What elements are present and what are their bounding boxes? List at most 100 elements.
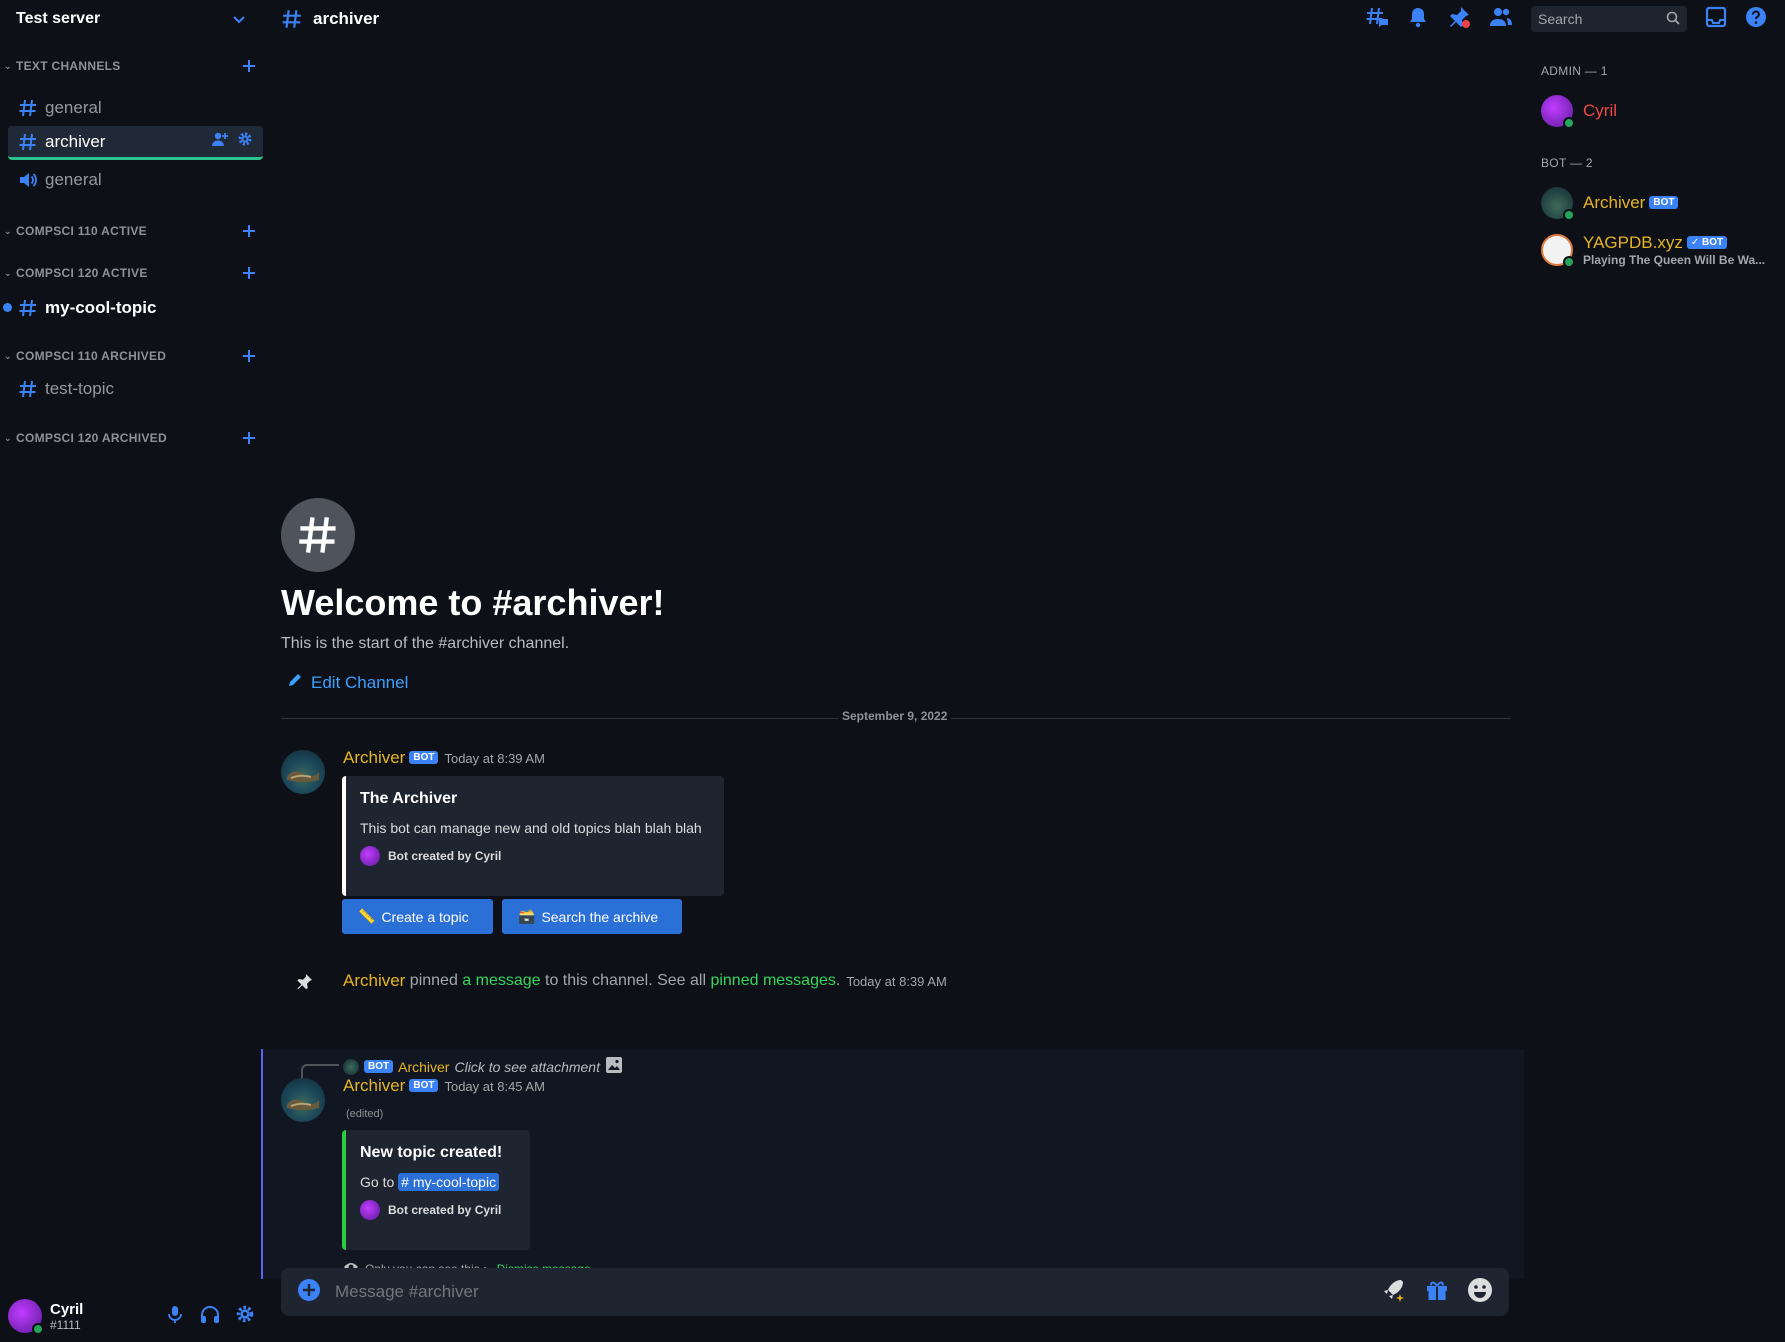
gift-icon[interactable] — [1425, 1278, 1449, 1307]
member-archiver[interactable]: Archiver BOT — [1541, 182, 1781, 224]
emoji-icon[interactable] — [1467, 1277, 1493, 1308]
search-placeholder: Search — [1538, 11, 1583, 27]
member-group-admin: ADMIN — 1 — [1541, 64, 1608, 78]
edit-channel-label: Edit Channel — [311, 672, 409, 692]
channel-my-cool-topic[interactable]: my-cool-topic — [8, 291, 263, 325]
channel-mention-my-cool-topic[interactable]: # my-cool-topic — [398, 1173, 500, 1191]
category-label: COMPSCI 110 ARCHIVED — [16, 349, 167, 363]
channel-label: archiver — [45, 131, 106, 151]
edit-channel-link[interactable]: Edit Channel — [287, 672, 408, 693]
message-timestamp: Today at 8:39 AM — [444, 751, 545, 766]
pin-author[interactable]: Archiver — [343, 971, 405, 991]
search-archive-button[interactable]: 🗃️ Search the archive — [502, 899, 682, 934]
archiver-avatar[interactable] — [281, 750, 325, 794]
channel-general[interactable]: general — [8, 91, 263, 125]
online-status-dot — [1563, 209, 1575, 221]
member-activity: Playing The Queen Will Be Wa... — [1583, 253, 1766, 267]
caret-down-icon: ⌄ — [4, 267, 12, 278]
pin-icon — [295, 973, 313, 996]
add-channel-icon[interactable] — [239, 56, 259, 76]
category-text-channels[interactable]: ⌄ TEXT CHANNELS — [4, 56, 259, 76]
create-topic-button[interactable]: 📏 Create a topic — [342, 899, 493, 934]
category-compsci-120-active[interactable]: ⌄ COMPSCI 120 ACTIVE — [4, 263, 259, 283]
search-icon — [1666, 11, 1680, 28]
chevron-down-icon — [231, 11, 247, 27]
message-composer[interactable]: Message #archiver — [281, 1268, 1509, 1316]
archiver-avatar[interactable] — [281, 1078, 325, 1122]
verified-bot-badge: ✓ BOT — [1686, 236, 1728, 249]
category-label: COMPSCI 110 ACTIVE — [16, 224, 147, 238]
message-input[interactable]: Message #archiver — [335, 1282, 1381, 1302]
category-compsci-110-active[interactable]: ⌄ COMPSCI 110 ACTIVE — [4, 221, 259, 241]
channel-archiver[interactable]: archiver — [8, 126, 263, 160]
embed-footer-text: Bot created by Cyril — [388, 1203, 502, 1217]
caret-down-icon: ⌄ — [4, 350, 12, 361]
member-cyril[interactable]: Cyril — [1541, 90, 1781, 132]
button-label: Create a topic — [381, 908, 469, 925]
server-header[interactable]: Test server — [0, 0, 263, 38]
embed-description: This bot can manage new and old topics b… — [360, 820, 702, 836]
boost-rocket-icon[interactable] — [1381, 1278, 1407, 1307]
search-input[interactable]: Search — [1531, 6, 1687, 32]
notification-bell-icon[interactable] — [1407, 6, 1429, 33]
add-channel-icon[interactable] — [239, 346, 259, 366]
channel-label: general — [45, 98, 102, 117]
pinned-messages-icon[interactable] — [1447, 5, 1471, 34]
date-divider-label: September 9, 2022 — [838, 709, 952, 723]
invite-icon[interactable] — [211, 131, 229, 152]
settings-gear-icon[interactable] — [235, 1304, 255, 1329]
member-list-icon[interactable] — [1489, 6, 1513, 33]
go-to-text: Go to — [360, 1174, 399, 1190]
pinned-messages-link[interactable]: pinned messages — [710, 972, 835, 990]
reply-author: Archiver — [398, 1058, 450, 1075]
inbox-icon[interactable] — [1705, 6, 1727, 33]
add-channel-icon[interactable] — [239, 428, 259, 448]
date-divider: September 9, 2022 — [281, 709, 1511, 723]
hash-icon — [18, 132, 38, 152]
footer-avatar — [360, 1200, 380, 1220]
microphone-icon[interactable] — [165, 1304, 185, 1329]
bot-badge: BOT — [409, 751, 439, 764]
help-icon[interactable] — [1745, 6, 1767, 33]
headphones-icon[interactable] — [199, 1304, 221, 1329]
category-compsci-120-archived[interactable]: ⌄ COMPSCI 120 ARCHIVED — [4, 428, 259, 448]
hash-icon — [18, 298, 38, 318]
channel-label: test-topic — [45, 379, 114, 398]
embed-footer: Bot created by Cyril — [360, 846, 708, 866]
caret-down-icon: ⌄ — [4, 60, 12, 71]
category-compsci-110-archived[interactable]: ⌄ COMPSCI 110 ARCHIVED — [4, 346, 259, 366]
channel-title: archiver — [313, 9, 380, 28]
speaker-icon — [18, 170, 38, 190]
user-panel: Cyril #1111 — [0, 1290, 263, 1342]
avatar — [1541, 234, 1575, 268]
ruler-icon: 📏 — [358, 908, 376, 924]
threads-icon[interactable] — [1365, 6, 1389, 33]
gear-icon[interactable] — [237, 131, 253, 152]
footer-avatar — [360, 846, 380, 866]
attach-plus-icon[interactable] — [297, 1278, 321, 1307]
member-group-bot: BOT — 2 — [1541, 156, 1593, 170]
online-status-dot — [1563, 117, 1575, 129]
message-header: Archiver BOT Today at 8:45 AM — [343, 1076, 545, 1096]
card-file-box-icon: 🗃️ — [518, 908, 536, 924]
channel-test-topic[interactable]: test-topic — [8, 372, 263, 406]
add-channel-icon[interactable] — [239, 263, 259, 283]
channel-label: general — [45, 170, 102, 189]
reply-preview[interactable]: BOT Archiver Click to see attachment — [343, 1056, 623, 1077]
caret-down-icon: ⌄ — [4, 225, 12, 236]
avatar[interactable] — [8, 1299, 44, 1335]
member-name: YAGPDB.xyz — [1583, 233, 1683, 252]
pinned-message-link[interactable]: a message — [462, 972, 540, 990]
pin-text: . — [835, 972, 841, 989]
add-channel-icon[interactable] — [239, 221, 259, 241]
reply-text: Click to see attachment — [454, 1058, 600, 1075]
avatar — [1541, 187, 1575, 221]
message-author[interactable]: Archiver — [343, 748, 405, 767]
category-label: COMPSCI 120 ACTIVE — [16, 266, 148, 280]
voice-channel-general[interactable]: general — [8, 163, 263, 197]
embed-card: New topic created! Go to # my-cool-topic… — [342, 1130, 530, 1250]
member-yagpdb[interactable]: YAGPDB.xyz ✓ BOT Playing The Queen Will B… — [1541, 229, 1781, 271]
message-author[interactable]: Archiver — [343, 1076, 405, 1095]
channel-sidebar: Test server ⌄ TEXT CHANNELS general arch… — [0, 0, 263, 1342]
welcome-heading: Welcome to #archiver! — [281, 582, 665, 623]
